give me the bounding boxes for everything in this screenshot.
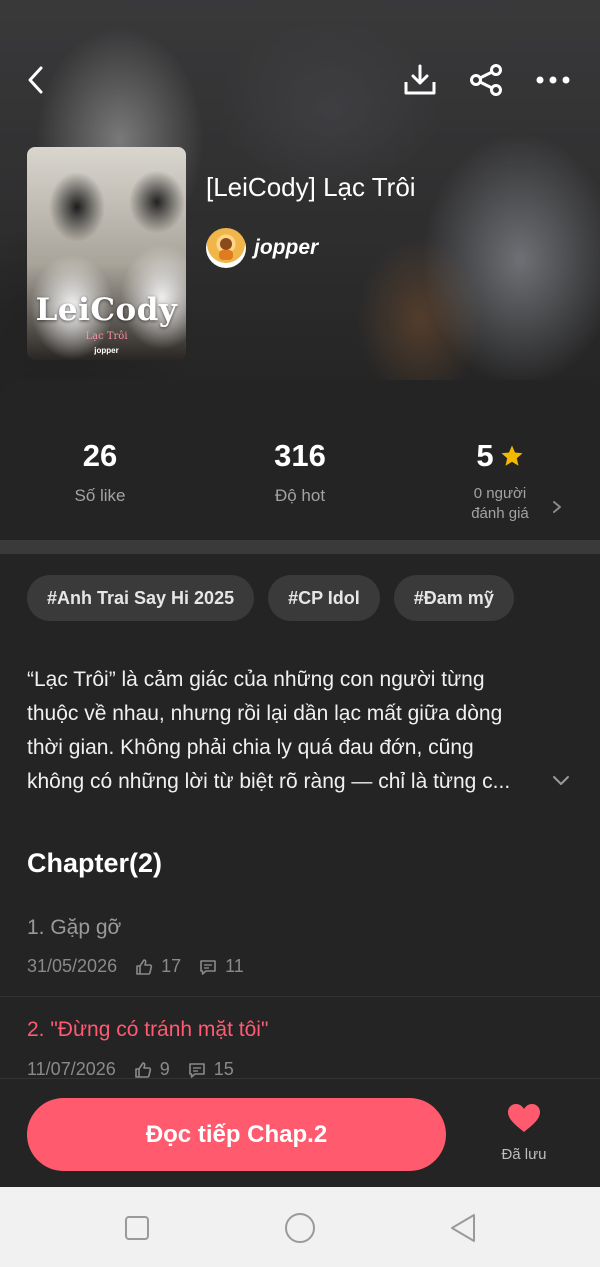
chapter-meta: 11/07/2026 9 15 bbox=[27, 1059, 234, 1080]
chapter-likes: 17 bbox=[161, 956, 182, 976]
heart-icon bbox=[508, 1104, 540, 1132]
chapter-comments: 11 bbox=[225, 956, 244, 976]
description-line: “Lạc Trôi” là cảm giác của những con ngư… bbox=[27, 668, 485, 691]
cover-author: jopper bbox=[94, 346, 119, 355]
story-title: [LeiCody] Lạc Trôi bbox=[206, 172, 416, 202]
circle-icon bbox=[285, 1213, 315, 1243]
share-button[interactable] bbox=[466, 60, 506, 100]
description-line: thời gian. Không phải chia ly quá đau đớ… bbox=[27, 736, 474, 759]
chapter-likes: 9 bbox=[159, 1059, 170, 1079]
description-line: thuộc về nhau, nhưng rồi lại dần lạc mất… bbox=[27, 702, 503, 725]
cover-title: LeiCody bbox=[35, 292, 178, 328]
chevron-left-icon bbox=[28, 66, 43, 94]
story-detail-panel: 26 Số like 316 Độ hot 5 0 người đánh giá… bbox=[0, 380, 600, 1187]
cover-subtitle: Lạc Trôi bbox=[85, 331, 128, 342]
more-horizontal-icon bbox=[536, 76, 570, 84]
thumbs-up-icon bbox=[134, 1061, 151, 1078]
hot-count: 316 bbox=[274, 438, 326, 473]
home-button[interactable] bbox=[283, 1211, 317, 1245]
star-icon bbox=[501, 445, 523, 466]
tag-chip[interactable]: #Đam mỹ bbox=[393, 575, 514, 621]
chapter-date: 11/07/2026 bbox=[27, 1059, 116, 1079]
stats-row: 26 Số like 316 Độ hot 5 0 người đánh giá bbox=[0, 380, 600, 540]
chevron-right-icon[interactable] bbox=[552, 500, 562, 514]
comment-icon bbox=[200, 959, 216, 975]
chapter-title: 1. Gặp gỡ bbox=[27, 916, 122, 939]
square-icon bbox=[125, 1216, 149, 1240]
share-icon bbox=[470, 64, 502, 96]
hot-label: Độ hot bbox=[274, 486, 326, 505]
description-line: không có những lời từ biệt rõ ràng — chỉ… bbox=[27, 770, 511, 793]
stat-rating[interactable]: 5 0 người đánh giá bbox=[400, 438, 600, 524]
avatar bbox=[206, 228, 246, 268]
back-button[interactable] bbox=[16, 60, 56, 100]
save-button[interactable]: Đã lưu bbox=[480, 1103, 568, 1163]
story-description[interactable]: “Lạc Trôi” là cảm giác của những con ngư… bbox=[27, 663, 547, 799]
chapter-meta: 31/05/2026 17 11 bbox=[27, 956, 244, 977]
chapter-comments: 15 bbox=[213, 1059, 234, 1079]
likes-label: Số like bbox=[74, 486, 126, 505]
top-bar bbox=[0, 55, 600, 105]
author-name: jopper bbox=[254, 236, 319, 259]
bottom-action-bar: Đọc tiếp Chap.2 Đã lưu bbox=[0, 1078, 600, 1187]
stat-hot: 316 Độ hot bbox=[200, 438, 400, 506]
recents-button[interactable] bbox=[120, 1211, 154, 1245]
chapter-title: 2. "Đừng có tránh mặt tôi" bbox=[27, 1018, 269, 1041]
story-cover[interactable]: LeiCody Lạc Trôi jopper bbox=[27, 147, 186, 360]
tag-chip[interactable]: #CP Idol bbox=[268, 575, 380, 621]
chevron-down-icon[interactable] bbox=[552, 775, 570, 787]
section-divider bbox=[0, 540, 600, 554]
save-label: Đã lưu bbox=[501, 1146, 547, 1163]
stat-likes: 26 Số like bbox=[0, 438, 200, 506]
rating-value: 5 bbox=[476, 438, 494, 473]
rating-label: đánh giá bbox=[471, 505, 529, 522]
download-button[interactable] bbox=[400, 60, 440, 100]
author-link[interactable]: jopper bbox=[206, 228, 318, 268]
thumbs-up-icon bbox=[136, 958, 153, 975]
download-icon bbox=[404, 64, 436, 95]
chapter-heading: Chapter(2) bbox=[27, 848, 163, 878]
likes-count: 26 bbox=[82, 438, 118, 473]
tag-chip[interactable]: #Anh Trai Say Hi 2025 bbox=[27, 575, 255, 621]
tag-list: #Anh Trai Say Hi 2025 #CP Idol #Đam mỹ bbox=[27, 575, 514, 621]
rating-count-label: 0 người bbox=[473, 485, 527, 502]
back-system-button[interactable] bbox=[446, 1211, 480, 1245]
system-navigation-bar bbox=[0, 1187, 600, 1267]
chapter-date: 31/05/2026 bbox=[27, 956, 118, 976]
comment-icon bbox=[188, 1062, 205, 1078]
continue-reading-button[interactable]: Đọc tiếp Chap.2 bbox=[27, 1098, 446, 1171]
more-button[interactable] bbox=[533, 60, 573, 100]
chapter-item[interactable]: 1. Gặp gỡ 31/05/2026 17 11 bbox=[0, 900, 600, 996]
avatar-icon bbox=[219, 238, 233, 260]
chapter-item[interactable]: 2. "Đừng có tránh mặt tôi" 11/07/2026 9 … bbox=[0, 997, 600, 1087]
triangle-back-icon bbox=[451, 1214, 475, 1242]
